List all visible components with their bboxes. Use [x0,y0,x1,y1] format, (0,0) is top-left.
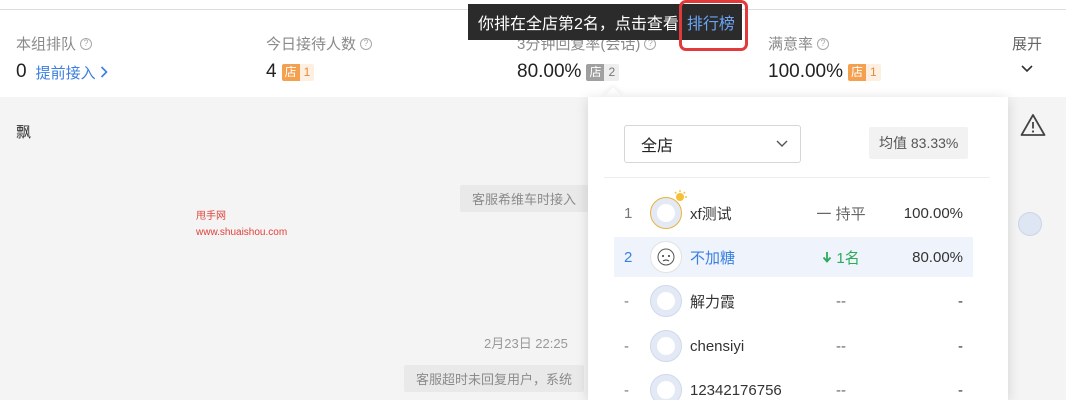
stat-label: 今日接待人数 [266,36,357,53]
chat-user-name: 飘 [16,124,32,141]
early-access-label: 提前接入 [35,64,96,82]
rank-index: - [624,381,629,399]
rank-trend: -- [836,337,846,355]
rank-trend: 1名 [806,247,876,268]
store-rank-badge[interactable]: 店 2 [586,63,620,81]
rank-trend: 一 持平 [816,205,866,223]
stat-value: 4 [266,61,277,82]
scope-select-value: 全店 [641,138,674,155]
ranking-row[interactable]: - chensiyi -- - [614,326,973,366]
cartoon-face-icon [657,248,675,266]
store-rank-badge: 店 1 [848,63,881,81]
early-access-link[interactable]: 提前接入 [36,62,108,83]
chevron-down-icon [1012,62,1042,76]
ranking-row[interactable]: - 12342176756 -- - [614,370,973,400]
warning-icon[interactable] [1020,113,1046,142]
highlight-box [679,0,748,51]
rank-rate: 100.00% [903,204,963,222]
system-message: 客服希维车时接入 [460,185,589,212]
chevron-right-icon [100,66,108,78]
ranking-popover: 全店 均值 83.33% 1 xf测试 一 持平 100.00% 2 不加糖 1… [588,97,1008,400]
agent-name: 不加糖 [690,249,736,267]
stat-reply-rate: 3分钟回复率(会话) ? 80.00% 店 2 [517,33,657,83]
agent-name: xf测试 [690,205,732,223]
avatar [650,241,682,273]
rank-trend: -- [836,381,846,399]
stat-satisfaction: 满意率 ? 100.00% 店 1 [768,33,881,83]
rank-rate: - [958,292,963,310]
rank-index: 1 [624,204,633,222]
rank-trend: -- [836,292,846,310]
avatar [650,190,687,229]
stat-value: 100.00% [768,61,844,82]
agent-name: chensiyi [690,337,745,355]
rank-index: - [624,292,629,310]
help-icon[interactable]: ? [80,37,93,50]
ranking-row[interactable]: - 解力霞 -- - [614,281,973,321]
rank-index: - [624,337,629,355]
tooltip-text: 你排在全店第2名，点击查看 [478,16,679,33]
rank-rate: 80.00% [912,248,963,266]
crown-icon [674,190,687,201]
avatar [650,330,682,362]
watermark-url: www.shuaishou.com [196,227,288,238]
rank-index: 2 [624,248,633,266]
watermark: 甩手网 [196,211,226,222]
expand-button[interactable]: 展开 [1012,33,1042,76]
chat-date: 2月23日 22:25 [484,336,568,351]
help-icon[interactable]: ? [360,37,373,50]
ranking-row[interactable]: 1 xf测试 一 持平 100.00% [614,190,973,233]
rank-rate: - [958,381,963,399]
system-message: 客服超时未回复用户，系统 [404,365,585,392]
stat-value: 0 [16,61,27,82]
stat-label: 满意率 [768,36,814,53]
stat-today-received: 今日接待人数 ? 4 店 1 [266,33,373,83]
avatar [1018,212,1042,236]
arrow-down-icon [823,251,832,263]
stat-queue: 本组排队 ? 0 提前接入 [16,33,108,83]
avatar [650,374,682,400]
help-icon[interactable]: ? [817,37,830,50]
agent-name: 12342176756 [690,381,782,399]
divider [604,177,990,178]
chevron-down-icon [776,140,788,147]
avatar [650,285,682,317]
rank-rate: - [958,337,963,355]
average-badge: 均值 83.33% [869,127,969,159]
store-rank-badge: 店 1 [281,63,315,81]
agent-name: 解力霞 [690,293,736,311]
expand-label: 展开 [1011,36,1042,53]
ranking-row-active[interactable]: 2 不加糖 1名 80.00% [614,237,973,277]
stat-label: 本组排队 [16,36,77,53]
scope-select[interactable]: 全店 [624,125,801,163]
stat-value: 80.00% [517,61,582,82]
